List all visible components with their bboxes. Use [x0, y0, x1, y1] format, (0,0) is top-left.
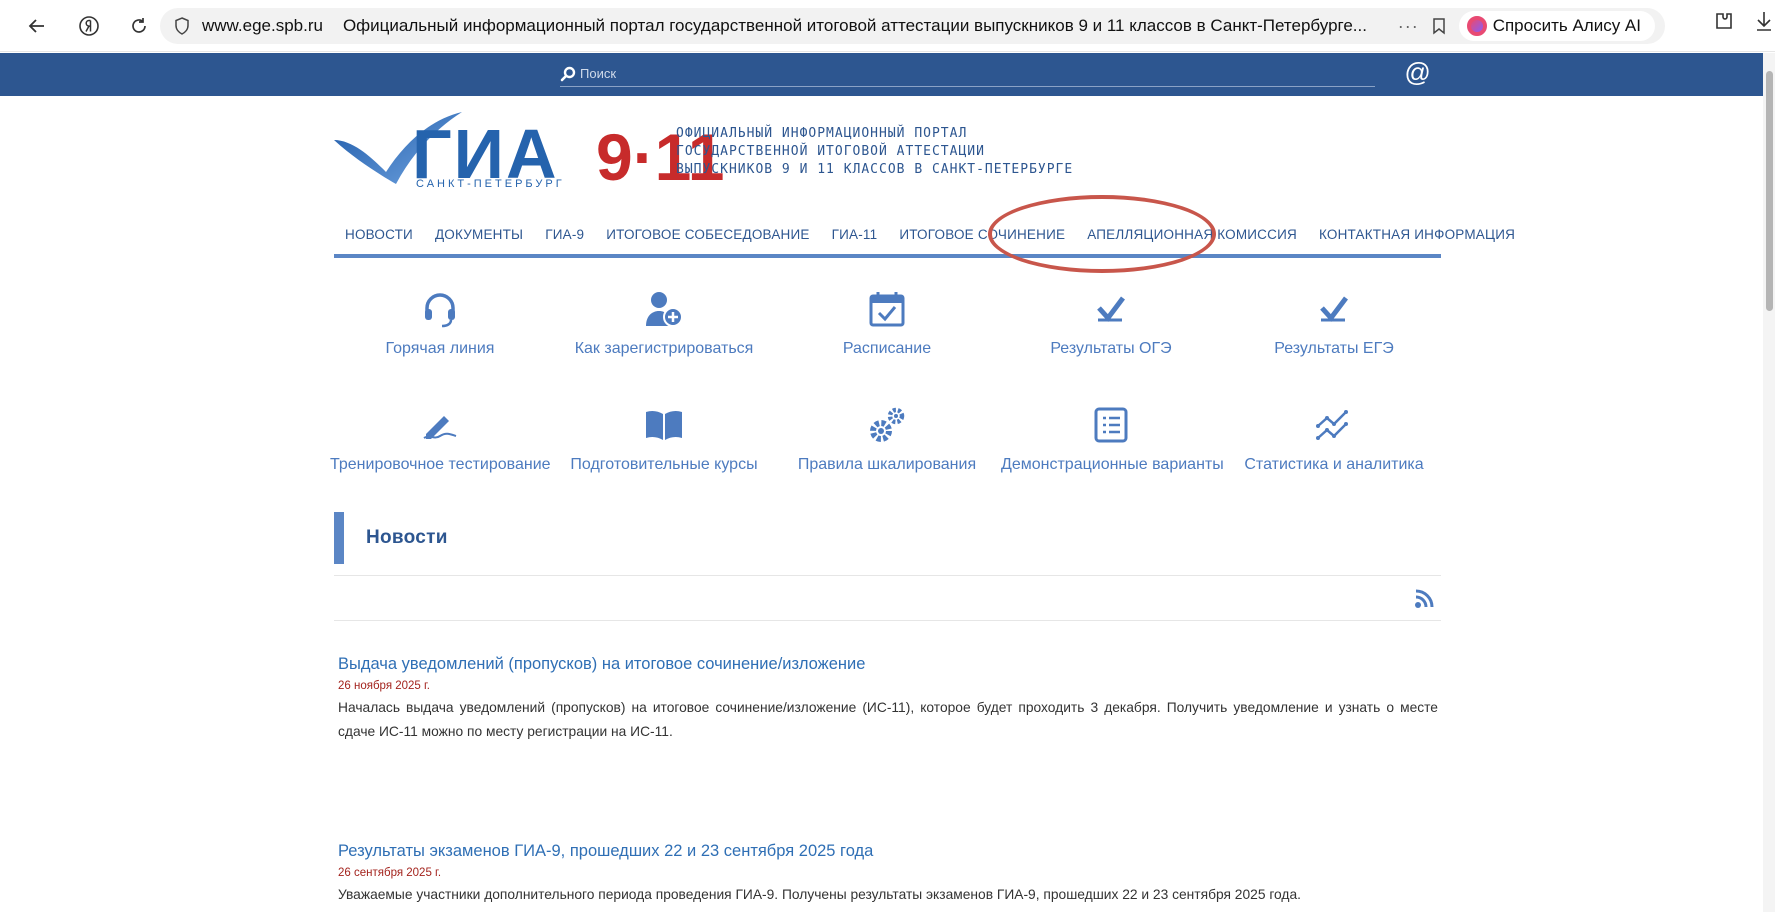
quick-link-label[interactable]: Демонстрационные варианты [1001, 456, 1224, 474]
reload-button[interactable] [124, 11, 154, 41]
quick-link-label[interactable]: Расписание [777, 340, 997, 358]
quick-link-prep-courses[interactable]: Подготовительные курсы [554, 404, 774, 474]
trend-chart-icon [1316, 410, 1348, 440]
quick-link-ege-results[interactable]: Результаты ЕГЭ [1224, 288, 1444, 358]
search-icon[interactable] [560, 66, 576, 82]
list-document-icon [1094, 407, 1128, 443]
scrollbar[interactable] [1763, 53, 1775, 912]
news-item-text: Началась выдача уведомлений (пропусков) … [338, 700, 1438, 739]
calendar-check-icon [869, 292, 905, 327]
nav-final-interview[interactable]: ИТОГОВОЕ СОБЕСЕДОВАНИЕ [606, 227, 809, 242]
headset-icon [425, 293, 455, 328]
back-button[interactable] [22, 11, 52, 41]
search-input[interactable] [580, 66, 1280, 81]
ask-alice-label: Спросить Алису AI [1492, 16, 1641, 35]
open-book-icon [646, 410, 682, 440]
alice-icon [1466, 16, 1487, 36]
search-box[interactable] [560, 61, 1375, 87]
scrollbar-thumb[interactable] [1766, 71, 1773, 311]
ask-alice-button[interactable]: Спросить Алису AI [1458, 11, 1655, 41]
yandex-icon [79, 15, 99, 36]
news-item-title[interactable]: Результаты экзаменов ГИА-9, прошедших 22… [338, 842, 1438, 861]
news-section-header: Новости [334, 512, 1441, 564]
news-item: Результаты экзаменов ГИА-9, прошедших 22… [338, 842, 1438, 907]
nav-documents[interactable]: ДОКУМЕНТЫ [435, 227, 523, 242]
quick-link-practice-testing[interactable]: Тренировочное тестирование [330, 404, 551, 474]
quick-link-registration[interactable]: Как зарегистрироваться [554, 288, 774, 358]
news-item-text: Уважаемые участники дополнительного пери… [338, 887, 1301, 902]
nav-gia-9[interactable]: ГИА-9 [545, 227, 584, 242]
quick-link-statistics[interactable]: Статистика и аналитика [1224, 404, 1444, 474]
quick-link-label[interactable]: Результаты ОГЭ [1001, 340, 1221, 358]
quick-link-label[interactable]: Горячая линия [330, 340, 550, 358]
nav-news[interactable]: НОВОСТИ [345, 227, 413, 242]
download-icon[interactable] [1755, 10, 1773, 32]
news-item-date: 26 ноября 2025 г. [338, 680, 430, 692]
page-title: Официальный информационный портал госуда… [342, 16, 1367, 35]
divider [334, 620, 1441, 621]
quick-link-label[interactable]: Правила шкалирования [777, 456, 997, 474]
arrow-left-icon [28, 18, 44, 33]
section-accent-bar [334, 512, 344, 564]
divider [334, 575, 1441, 576]
portal-description-line2: ГОСУДАРСТВЕННОЙ ИТОГОВОЙ АТТЕСТАЦИИ [676, 144, 985, 159]
quick-link-label[interactable]: Как зарегистрироваться [554, 340, 774, 358]
nav-gia-11[interactable]: ГИА-11 [832, 227, 878, 242]
news-item: Выдача уведомлений (пропусков) на итогов… [338, 655, 1438, 744]
quick-link-hotline[interactable]: Горячая линия [330, 288, 550, 358]
extensions-icon[interactable] [1713, 10, 1735, 32]
main-nav: НОВОСТИ ДОКУМЕНТЫ ГИА-9 ИТОГОВОЕ СОБЕСЕД… [334, 214, 1515, 258]
url-text[interactable]: www.ege.spb.ru [202, 16, 323, 36]
portal-description: ОФИЦИАЛЬНЫЙ ИНФОРМАЦИОННЫЙ ПОРТАЛ ГОСУДА… [676, 125, 1073, 179]
yandex-button[interactable] [74, 11, 104, 41]
portal-description-line3: ВЫПУСКНИКОВ 9 И 11 КЛАССОВ В САНКТ-ПЕТЕР… [676, 162, 1074, 177]
more-icon[interactable]: ··· [1398, 16, 1419, 37]
quick-link-label[interactable]: Статистика и аналитика [1224, 456, 1444, 474]
rss-icon[interactable] [1414, 589, 1434, 609]
user-add-icon [646, 292, 683, 327]
news-item-date: 26 сентября 2025 г. [338, 867, 442, 879]
reload-icon [132, 17, 146, 33]
browser-toolbar: www.ege.spb.ru Официальный информационны… [0, 0, 1775, 52]
quick-link-demo-versions[interactable]: Демонстрационные варианты [1001, 404, 1224, 474]
nav-final-essay[interactable]: ИТОГОВОЕ СОЧИНЕНИЕ [899, 227, 1065, 242]
quick-link-label[interactable]: Подготовительные курсы [554, 456, 774, 474]
quick-link-scaling-rules[interactable]: Правила шкалирования [777, 404, 997, 474]
nav-appeal-commission[interactable]: АПЕЛЛЯЦИОННАЯ КОМИССИЯ [1087, 227, 1297, 242]
logo-city: САНКТ-ПЕТЕРБУРГ [416, 178, 565, 188]
news-heading: Новости [366, 527, 448, 548]
quick-link-schedule[interactable]: Расписание [777, 288, 997, 358]
checkmark-icon [1097, 296, 1125, 322]
address-bar[interactable]: www.ege.spb.ru Официальный информационны… [160, 8, 1665, 44]
email-icon[interactable]: @ [1404, 57, 1430, 88]
quick-link-oge-results[interactable]: Результаты ОГЭ [1001, 288, 1221, 358]
pen-writing-icon [423, 416, 457, 439]
portal-description-line1: ОФИЦИАЛЬНЫЙ ИНФОРМАЦИОННЫЙ ПОРТАЛ [676, 126, 968, 141]
site-top-bar: @ [0, 53, 1763, 96]
shield-icon[interactable] [168, 17, 196, 35]
gears-icon [870, 407, 905, 442]
quick-link-label[interactable]: Тренировочное тестирование [330, 456, 551, 474]
quick-link-label[interactable]: Результаты ЕГЭ [1224, 340, 1444, 358]
news-item-title[interactable]: Выдача уведомлений (пропусков) на итогов… [338, 655, 1438, 674]
checkmark-icon [1320, 296, 1348, 322]
bookmark-icon[interactable] [1431, 17, 1447, 35]
nav-contact-info[interactable]: КОНТАКТНАЯ ИНФОРМАЦИЯ [1319, 227, 1515, 242]
